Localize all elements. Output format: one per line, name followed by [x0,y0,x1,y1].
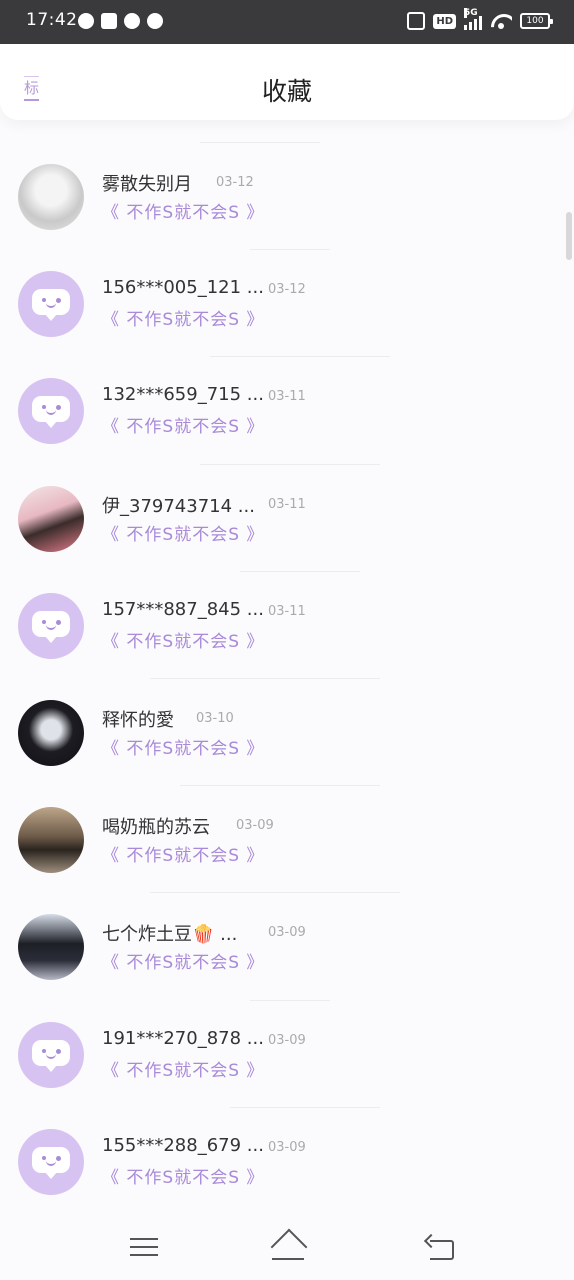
avatar[interactable] [18,807,84,874]
fan-icon [147,13,163,29]
favorite-row[interactable]: 喝奶瓶的苏云 03-09 《 不作S就不会S 》 [0,785,574,892]
default-avatar[interactable] [18,592,84,659]
menu-icon[interactable] [124,1226,164,1266]
chat-bubble-icon [32,1146,70,1179]
favorite-subtitle[interactable]: 《 不作S就不会S 》 [102,841,264,866]
favorite-subtitle[interactable]: 《 不作S就不会S 》 [102,627,264,652]
chat-bubble-icon [32,396,70,429]
favorite-subtitle[interactable]: 《 不作S就不会S 》 [102,1056,264,1081]
mail-icon [101,13,117,29]
chat-icon [124,13,140,29]
favorites-list: 雾散失别月 03-12 《 不作S就不会S 》 156***005_121 ... 03… [0,142,574,1214]
user-name: 191***270_878 ... [102,1027,264,1049]
favorite-subtitle[interactable]: 《 不作S就不会S 》 [102,1163,264,1188]
vibrate-icon [407,12,426,30]
user-name: 157***887_845 ... [102,598,264,620]
status-bar: 17:42 HD 5G 100 [0,0,574,44]
favorite-row[interactable]: 132***659_715 ... 03-11 《 不作S就不会S 》 [0,356,574,463]
user-name: 155***288_679 ... [102,1134,264,1156]
favorite-time: 03-12 [268,282,306,298]
user-name: 七个炸土豆🍿 ... [102,924,238,946]
row-divider [250,999,330,1001]
battery-icon: 100 [520,13,553,29]
default-avatar[interactable] [18,271,84,338]
user-name: 伊_379743714 ... [102,495,255,517]
favorite-time: 03-09 [268,925,306,941]
favorite-time: 03-09 [268,1139,306,1155]
row-divider [240,570,360,572]
user-name: 喝奶瓶的苏云 [102,817,210,839]
favorite-subtitle[interactable]: 《 不作S就不会S 》 [102,412,264,437]
favorite-subtitle[interactable]: 《 不作S就不会S 》 [102,198,264,223]
row-divider [200,142,320,143]
favorite-subtitle[interactable]: 《 不作S就不会S 》 [102,520,264,545]
favorite-row[interactable]: 155***288_679 ... 03-09 《 不作S就不会S 》 [0,1106,574,1214]
navigation-bar [0,1210,574,1280]
notification-icons [78,13,163,29]
avatar[interactable] [18,164,84,230]
timer-icon [78,13,94,29]
avatar[interactable] [18,485,84,552]
row-divider [150,892,400,894]
favorite-row[interactable]: 156***005_121 ... 03-12 《 不作S就不会S 》 [0,249,574,356]
row-divider [250,249,330,251]
chat-bubble-icon [32,289,70,322]
favorite-subtitle[interactable]: 《 不作S就不会S 》 [102,734,264,759]
favorite-row[interactable]: 157***887_845 ... 03-11 《 不作S就不会S 》 [0,570,574,678]
user-name: 156***005_121 ... [102,277,264,299]
back-icon[interactable] [420,1226,460,1266]
favorite-time: 03-10 [196,710,234,726]
favorite-time: 03-09 [268,1032,306,1048]
avatar[interactable] [18,914,84,981]
default-avatar[interactable] [18,1021,84,1088]
chat-bubble-icon [32,1039,70,1072]
row-divider [200,463,380,465]
page-header: 标 收藏 [0,44,574,120]
default-avatar[interactable] [18,378,84,445]
row-divider [230,1106,380,1108]
favorite-row[interactable]: 释怀的愛 03-10 《 不作S就不会S 》 [0,677,574,785]
wifi-icon [490,12,512,30]
system-icons: HD 5G 100 [407,8,553,30]
avatar[interactable] [18,699,84,766]
favorite-time: 03-12 [216,175,254,190]
status-time: 17:42 [26,10,78,30]
user-name: 132***659_715 ... [102,384,264,406]
favorite-row[interactable]: 雾散失别月 03-12 《 不作S就不会S 》 [0,142,574,249]
row-divider [150,677,380,679]
favorite-row[interactable]: 七个炸土豆🍿 ... 03-09 《 不作S就不会S 》 [0,892,574,999]
network-label: 5G [464,8,478,18]
favorite-time: 03-11 [268,603,306,619]
favorite-subtitle[interactable]: 《 不作S就不会S 》 [102,305,264,330]
default-avatar[interactable] [18,1128,84,1195]
favorite-row[interactable]: 伊_379743714 ... 03-11 《 不作S就不会S 》 [0,463,574,571]
favorite-subtitle[interactable]: 《 不作S就不会S 》 [102,948,264,973]
favorite-time: 03-09 [236,818,274,834]
favorite-row[interactable]: 191***270_878 ... 03-09 《 不作S就不会S 》 [0,999,574,1107]
page-title: 收藏 [261,77,312,106]
user-name: 雾散失别月 [102,174,192,195]
row-divider [210,356,390,358]
signal-icon: 5G [464,8,482,30]
row-divider [180,785,380,787]
chat-bubble-icon [32,610,70,643]
hd-icon: HD [433,13,456,29]
favorite-time: 03-11 [268,496,306,512]
user-name: 释怀的愛 [102,709,174,731]
favorite-time: 03-11 [268,389,306,405]
scrollbar[interactable] [566,212,572,260]
home-icon[interactable] [268,1226,308,1266]
